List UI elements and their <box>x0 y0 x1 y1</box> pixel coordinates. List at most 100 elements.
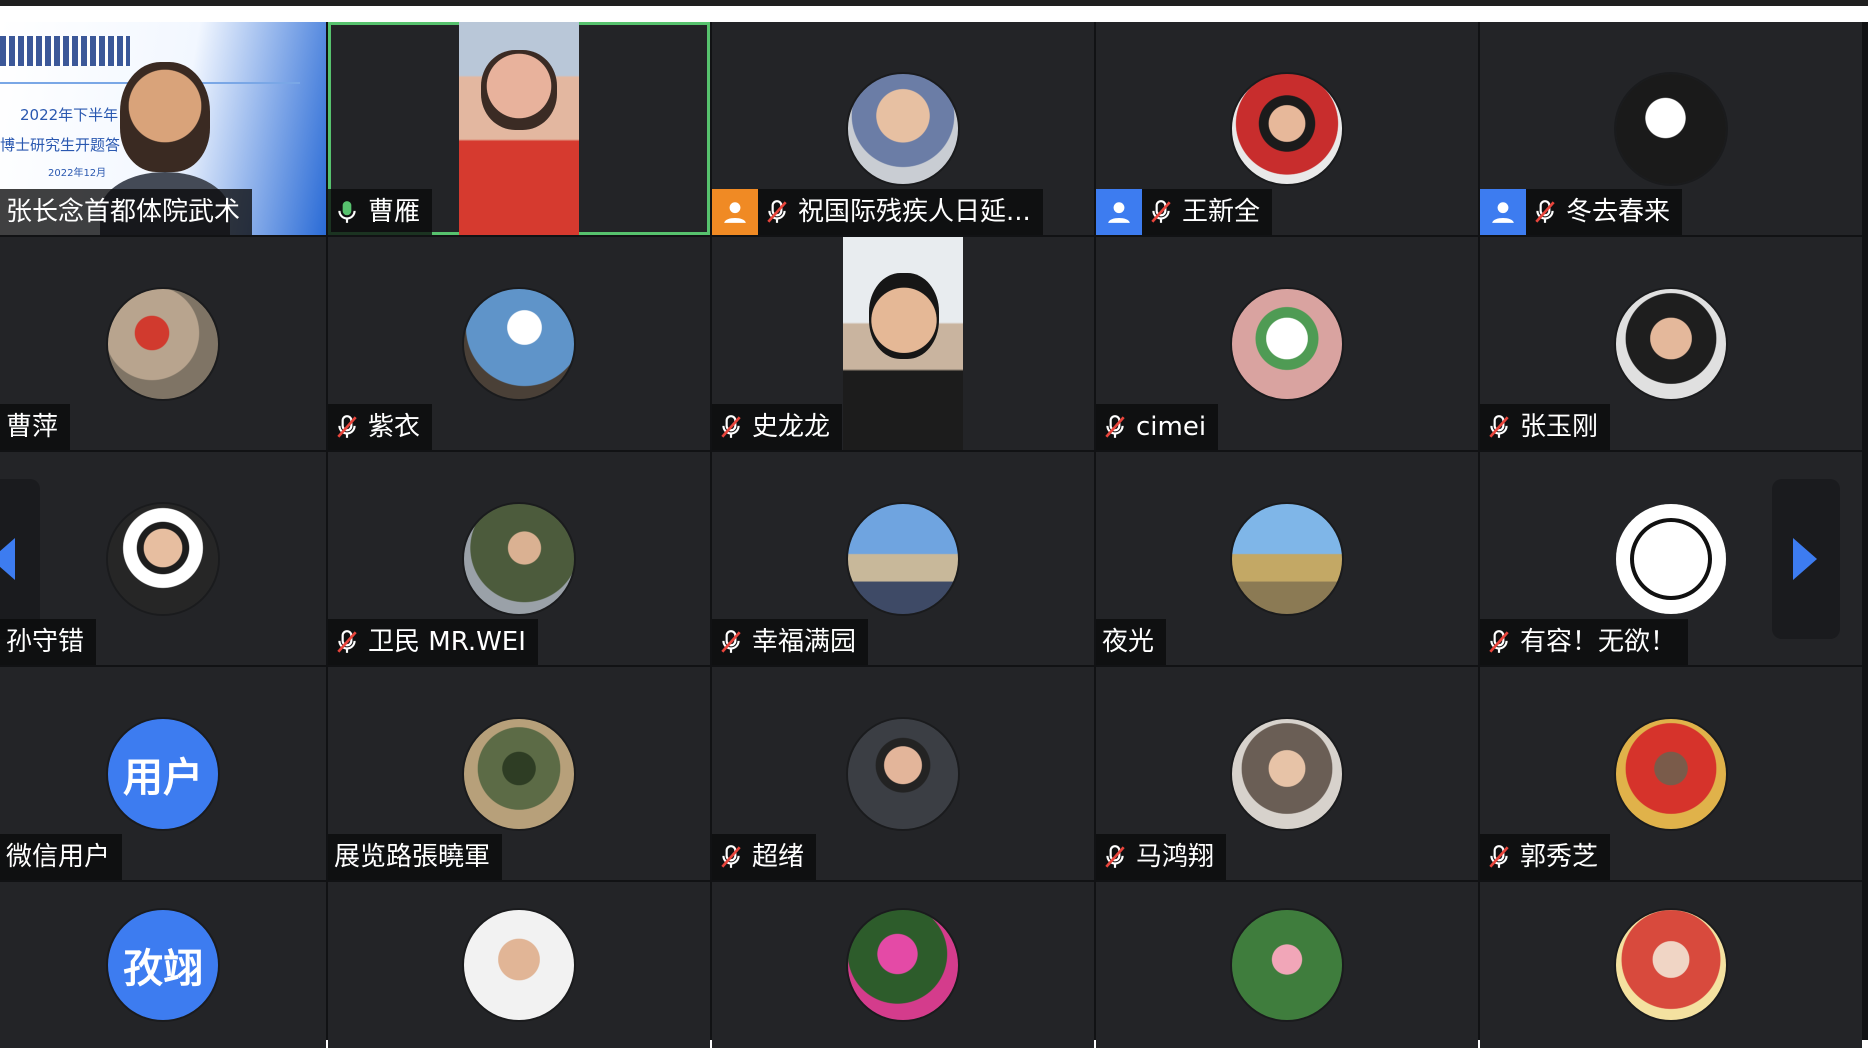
host-badge-icon <box>712 189 758 235</box>
name-tag: 张长念首都体院武术 <box>0 189 253 235</box>
participant-name-wrap: 紫衣 <box>328 404 433 450</box>
avatar <box>1616 718 1726 829</box>
camera-video <box>459 22 579 235</box>
name-tag: 超绪 <box>712 834 817 880</box>
participant-name: 王新全 <box>1182 197 1261 227</box>
microphone-muted-icon <box>721 845 741 868</box>
participant-name-wrap: 超绪 <box>712 834 817 880</box>
name-tag: 微信用户 <box>0 834 123 880</box>
participant-name: 超绪 <box>752 842 805 872</box>
avatar <box>848 503 958 614</box>
person-icon <box>724 202 746 223</box>
participant-tile[interactable]: 曹萍 <box>0 237 326 450</box>
participant-name-wrap: 张玉刚 <box>1480 404 1611 450</box>
microphone-muted-icon <box>337 415 357 438</box>
slide-title: 2022年下半年 <box>20 106 119 124</box>
participant-tile[interactable]: 马鸿翔 <box>1096 667 1478 880</box>
participant-name: 张长念首都体院武术 <box>0 189 253 235</box>
participant-tile[interactable]: 张玉刚 <box>1480 237 1862 450</box>
avatar <box>848 910 958 1020</box>
avatar <box>464 503 574 614</box>
name-tag: 孙守错 <box>0 619 97 665</box>
participant-name-wrap: 郭秀芝 <box>1480 834 1611 880</box>
microphone-active-icon <box>338 201 356 223</box>
participant-name: 张玉刚 <box>1520 412 1599 442</box>
participant-name-wrap: 马鸿翔 <box>1096 834 1227 880</box>
participant-name: 展览路張曉軍 <box>328 834 503 880</box>
slide-date: 2022年12月 <box>48 168 107 179</box>
microphone-muted-icon <box>1489 845 1509 868</box>
previous-page-button[interactable] <box>0 478 40 639</box>
participant-tile[interactable]: 夜光 <box>1096 452 1478 665</box>
participant-tile[interactable]: 紫衣 <box>328 237 710 450</box>
participant-tile[interactable]: cimei <box>1096 237 1478 450</box>
avatar <box>1232 718 1342 829</box>
name-tag: 马鸿翔 <box>1096 834 1227 880</box>
name-tag: 有容！无欲！ <box>1480 619 1689 665</box>
participant-tile[interactable]: 卫民 MR.WEI <box>328 452 710 665</box>
participant-tile[interactable] <box>1096 882 1478 1048</box>
participant-tile[interactable]: 王新全 <box>1096 22 1478 235</box>
name-tag: 王新全 <box>1096 189 1273 235</box>
participant-name: 卫民 MR.WEI <box>368 627 526 657</box>
participant-name: 祝国际残疾人日延... <box>798 197 1031 227</box>
participant-tile[interactable]: 有容！无欲！ <box>1480 452 1862 665</box>
participant-tile[interactable]: 用户 微信用户 <box>0 667 326 880</box>
microphone-muted-icon <box>1105 415 1125 438</box>
host-badge-icon <box>1480 189 1526 235</box>
participant-tile[interactable]: 祝国际残疾人日延... <box>712 22 1094 235</box>
next-page-button[interactable] <box>1772 478 1840 639</box>
participant-name: 郭秀芝 <box>1520 842 1599 872</box>
avatar-text: 用户 <box>108 718 218 829</box>
participant-tile[interactable] <box>712 882 1094 1048</box>
person-icon <box>1492 202 1514 223</box>
participant-tile-screen-share[interactable]: 2022年下半年 博士研究生开题答 2022年12月 张长念首都体院武术 <box>0 22 326 235</box>
avatar <box>1616 288 1726 399</box>
presenter-face <box>120 62 210 172</box>
participant-tile[interactable] <box>1480 882 1862 1048</box>
participant-tile[interactable] <box>328 882 710 1048</box>
avatar <box>464 910 574 1020</box>
participant-tile[interactable]: 史龙龙 <box>712 237 1094 450</box>
avatar <box>848 73 958 184</box>
participant-tile[interactable]: 幸福满园 <box>712 452 1094 665</box>
avatar <box>848 718 958 829</box>
name-tag: 祝国际残疾人日延... <box>712 189 1043 235</box>
participant-name: cimei <box>1136 412 1207 442</box>
avatar <box>1232 910 1342 1020</box>
microphone-muted-icon <box>1535 200 1555 223</box>
participant-name-wrap: 卫民 MR.WEI <box>328 619 538 665</box>
name-tag: 史龙龙 <box>712 404 843 450</box>
participant-name: 微信用户 <box>0 834 123 880</box>
name-tag: 夜光 <box>1096 619 1167 665</box>
participant-name: 马鸿翔 <box>1136 842 1215 872</box>
participant-name: 有容！无欲！ <box>1520 627 1677 657</box>
participant-name-wrap: 王新全 <box>1142 189 1273 235</box>
participant-tile[interactable]: 孜翊 <box>0 882 326 1048</box>
microphone-muted-icon <box>1489 630 1509 653</box>
name-tag: cimei <box>1096 404 1219 450</box>
participant-tile[interactable]: 超绪 <box>712 667 1094 880</box>
microphone-muted-icon <box>1151 200 1171 223</box>
participant-tile[interactable]: 郭秀芝 <box>1480 667 1862 880</box>
participant-tile[interactable]: 孙守错 <box>0 452 326 665</box>
microphone-muted-icon <box>1105 845 1125 868</box>
participant-tile-active-speaker[interactable]: 曹雁 <box>328 22 710 235</box>
slide-subtitle: 博士研究生开题答 <box>0 136 121 154</box>
avatar <box>464 718 574 829</box>
microphone-muted-icon <box>721 630 741 653</box>
participant-name: 曹雁 <box>368 197 421 227</box>
name-tag: 冬去春来 <box>1480 189 1683 235</box>
person-icon <box>1108 202 1130 223</box>
microphone-muted-icon <box>767 200 787 223</box>
name-tag: 展览路張曉軍 <box>328 834 503 880</box>
participant-tile[interactable]: 展览路張曉軍 <box>328 667 710 880</box>
avatar <box>464 288 574 399</box>
participant-name-wrap: 祝国际残疾人日延... <box>758 189 1043 235</box>
name-tag: 张玉刚 <box>1480 404 1611 450</box>
participant-tile[interactable]: 冬去春来 <box>1480 22 1862 235</box>
participant-name: 幸福满园 <box>752 627 857 657</box>
participant-name: 冬去春来 <box>1566 197 1671 227</box>
chevron-left-icon <box>0 537 15 580</box>
host-badge-icon <box>1096 189 1142 235</box>
